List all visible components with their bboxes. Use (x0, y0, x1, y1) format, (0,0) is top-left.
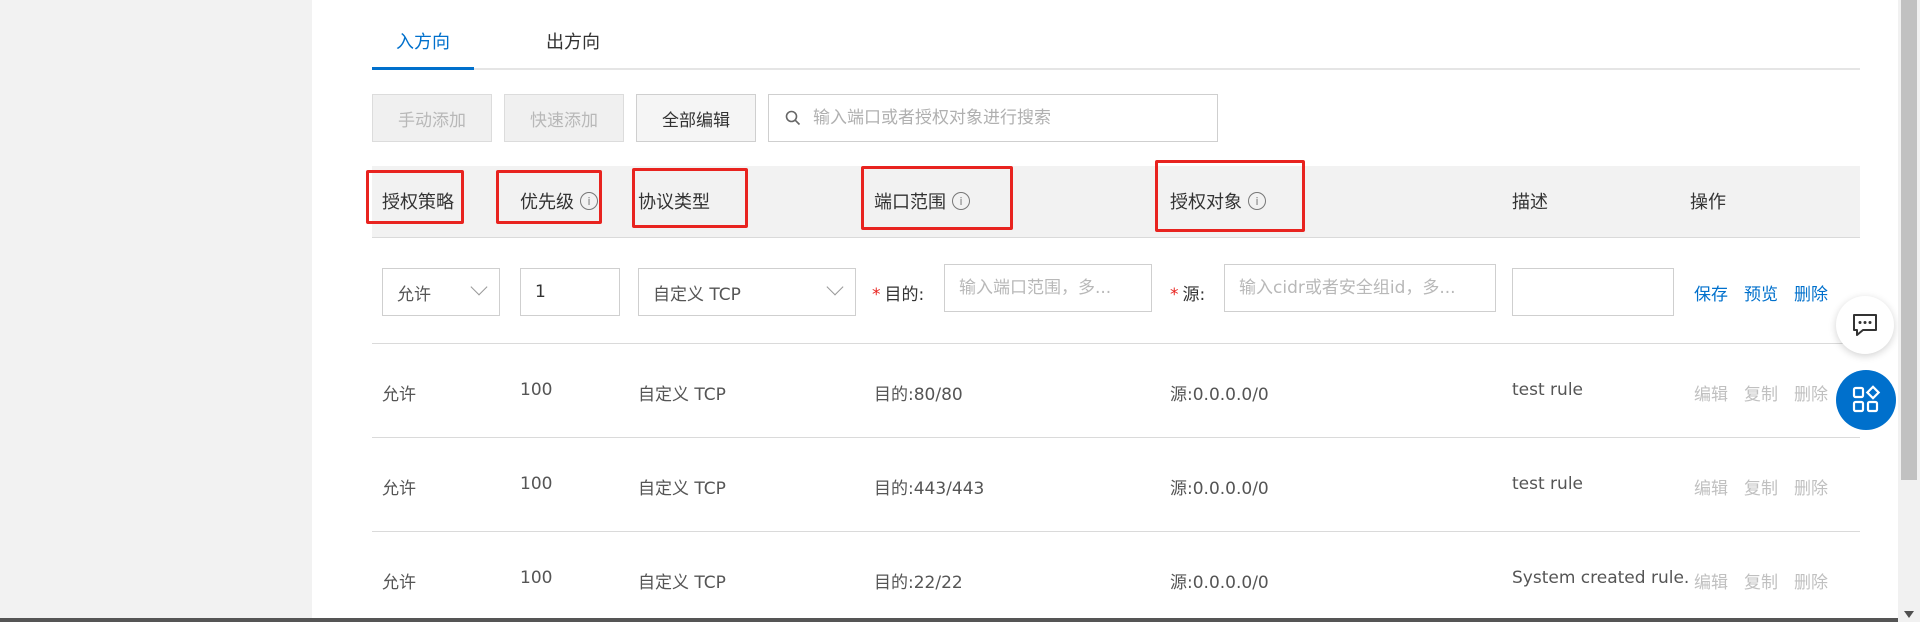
bottom-edge (0, 618, 1898, 622)
security-group-rules-panel: 入方向 出方向 手动添加 快速添加 全部编辑 授权策略 优先级i 协议类型 端口… (312, 0, 1898, 622)
policy-select[interactable]: 允许 (382, 268, 500, 316)
save-link[interactable]: 保存 (1694, 280, 1728, 305)
source-field[interactable] (1224, 264, 1496, 312)
table-row: 允许 100 自定义 TCP 目的:80/80 源:0.0.0.0/0 test… (372, 344, 1860, 438)
column-actions: 操作 (1690, 188, 1726, 214)
required-star: * (1170, 285, 1179, 305)
cell-priority: 100 (520, 568, 553, 588)
table-row: 允许 100 自定义 TCP 目的:443/443 源:0.0.0.0/0 te… (372, 438, 1860, 532)
highlight-box-port-range (861, 166, 1013, 230)
row-actions: 编辑 复制 删除 (1694, 474, 1828, 499)
edit-all-button[interactable]: 全部编辑 (636, 94, 756, 142)
apps-icon (1852, 385, 1881, 413)
highlight-box-auth-object (1155, 160, 1305, 232)
chat-icon (1853, 314, 1877, 336)
quick-add-button[interactable]: 快速添加 (504, 94, 624, 142)
highlight-box-policy (366, 170, 464, 224)
direction-tabs: 入方向 出方向 (372, 0, 1860, 70)
delete-link[interactable]: 删除 (1794, 280, 1828, 305)
cell-description: test rule (1512, 380, 1583, 400)
required-star: * (872, 285, 881, 305)
dest-port-input[interactable] (959, 278, 1151, 298)
dest-label: * 目的: (872, 280, 924, 305)
cell-description: test rule (1512, 474, 1583, 494)
policy-select-value: 允许 (397, 284, 431, 305)
edit-row-actions: 保存 预览 删除 (1694, 280, 1828, 305)
delete-link[interactable]: 删除 (1794, 568, 1828, 593)
dest-port-field[interactable] (944, 264, 1152, 312)
source-input[interactable] (1239, 278, 1495, 298)
table-row: 允许 100 自定义 TCP 目的:22/22 源:0.0.0.0/0 Syst… (372, 532, 1860, 622)
column-description: 描述 (1512, 188, 1548, 214)
column-description-label: 描述 (1512, 192, 1548, 213)
row-actions: 编辑 复制 删除 (1694, 380, 1828, 405)
table-header: 授权策略 优先级 i 协议类型 端口范围 i 授权对象 i 描述 操作 (366, 160, 1860, 238)
cell-auth-object: 源:0.0.0.0/0 (1170, 573, 1269, 593)
cell-protocol: 自定义 TCP (638, 385, 726, 405)
highlight-box-protocol (632, 168, 748, 228)
cell-policy: 允许 (382, 479, 416, 499)
chevron-down-icon (470, 278, 488, 296)
delete-link[interactable]: 删除 (1794, 474, 1828, 499)
cell-priority: 100 (520, 380, 553, 400)
scroll-down-arrow-icon[interactable] (1904, 611, 1914, 618)
search-box (768, 94, 1218, 142)
cell-description: System created rule. (1512, 568, 1690, 588)
chat-button[interactable] (1836, 296, 1894, 354)
edit-link[interactable]: 编辑 (1694, 474, 1728, 499)
cell-policy: 允许 (382, 385, 416, 405)
cell-port-range: 目的:80/80 (874, 385, 963, 405)
new-rule-edit-row: 允许 自定义 TCP *目的: *源: 保存 预览 删除 (372, 238, 1860, 344)
dest-label-text: 目的: (884, 285, 925, 305)
cell-policy: 允许 (382, 573, 416, 593)
source-label-text: 源: (1182, 285, 1206, 305)
row-actions: 编辑 复制 删除 (1694, 568, 1828, 593)
cell-port-range: 目的:22/22 (874, 573, 963, 593)
cell-protocol: 自定义 TCP (638, 479, 726, 499)
delete-link[interactable]: 删除 (1794, 380, 1828, 405)
cell-auth-object: 源:0.0.0.0/0 (1170, 385, 1269, 405)
copy-link[interactable]: 复制 (1744, 380, 1778, 405)
apps-button[interactable] (1836, 370, 1896, 430)
source-label: * 源: (1170, 280, 1205, 305)
chevron-down-icon (826, 278, 844, 296)
description-field[interactable] (1512, 268, 1674, 316)
manual-add-button[interactable]: 手动添加 (372, 94, 492, 142)
copy-link[interactable]: 复制 (1744, 568, 1778, 593)
tab-outbound[interactable]: 出方向 (546, 28, 600, 54)
tab-inbound[interactable]: 入方向 (396, 28, 450, 54)
edit-link[interactable]: 编辑 (1694, 568, 1728, 593)
copy-link[interactable]: 复制 (1744, 474, 1778, 499)
priority-input-field[interactable] (520, 268, 620, 316)
column-actions-label: 操作 (1690, 192, 1726, 213)
search-icon (785, 110, 801, 126)
protocol-select[interactable]: 自定义 TCP (638, 268, 856, 316)
cell-port-range: 目的:443/443 (874, 479, 985, 499)
active-tab-indicator (372, 67, 474, 70)
highlight-box-priority (496, 170, 602, 224)
search-input[interactable] (813, 108, 1217, 128)
cell-auth-object: 源:0.0.0.0/0 (1170, 479, 1269, 499)
scrollbar-thumb[interactable] (1901, 0, 1917, 480)
edit-link[interactable]: 编辑 (1694, 380, 1728, 405)
priority-input[interactable] (535, 282, 619, 302)
description-input[interactable] (1527, 282, 1673, 302)
protocol-select-value: 自定义 TCP (653, 284, 741, 305)
vertical-scrollbar[interactable] (1898, 0, 1920, 622)
left-gutter (0, 0, 312, 622)
cell-priority: 100 (520, 474, 553, 494)
preview-link[interactable]: 预览 (1744, 280, 1778, 305)
cell-protocol: 自定义 TCP (638, 573, 726, 593)
toolbar: 手动添加 快速添加 全部编辑 (372, 94, 1218, 142)
